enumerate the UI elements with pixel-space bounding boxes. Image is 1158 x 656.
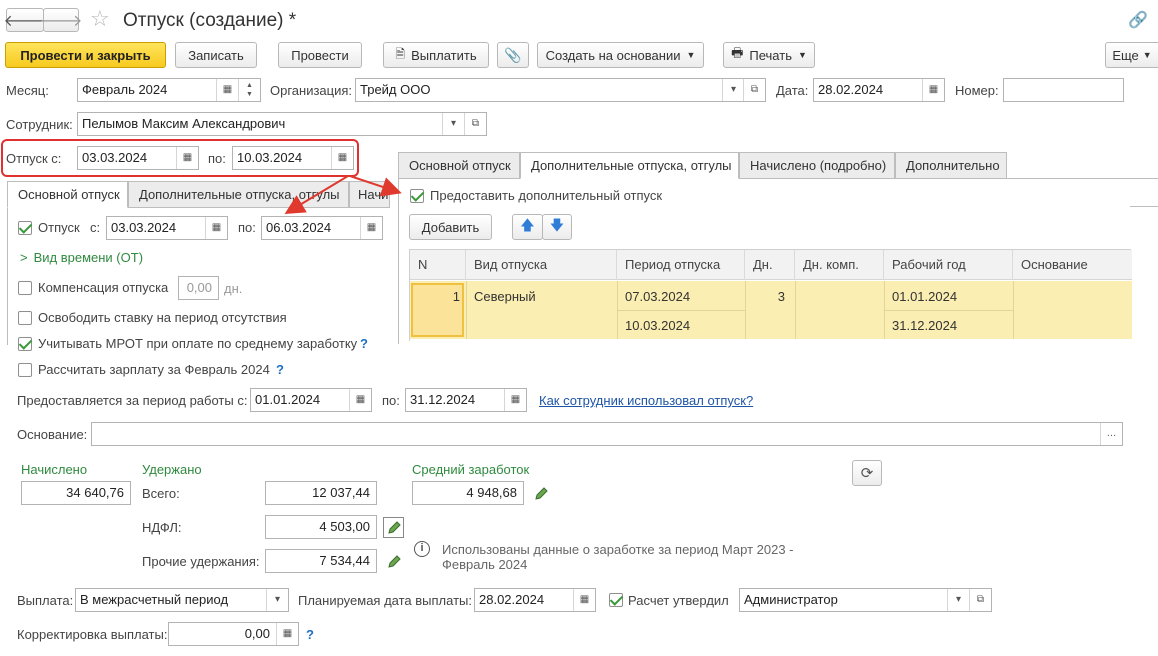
pencil-icon [388, 521, 401, 534]
work-period-to-label: по: [382, 393, 400, 408]
planned-date-field[interactable]: 28.02.2024 ▦ [474, 588, 596, 612]
average-earnings-field[interactable]: 4 948,68 [412, 481, 524, 505]
refresh-icon: ⟳ [860, 465, 874, 482]
info-icon: i [414, 541, 430, 557]
accrued-label: Начислено [21, 462, 88, 477]
refresh-button[interactable]: ⟳ [852, 460, 882, 486]
work-period-from-field[interactable]: 01.01.2024 ▦ [250, 388, 372, 412]
other-withholding-field[interactable]: 7 534,44 [265, 549, 377, 573]
calculator-icon[interactable]: ▦ [276, 623, 298, 645]
payment-label: Выплата: [17, 593, 74, 608]
tab-additional-vacations-right[interactable]: Дополнительные отпуска, отгулы [520, 152, 739, 179]
approved-by-value: Администратор [744, 592, 838, 607]
info-text-line-1: Использованы данные о заработке за перио… [442, 542, 794, 557]
other-withholding-label: Прочие удержания: [142, 554, 260, 569]
work-period-to-field[interactable]: 31.12.2024 ▦ [405, 388, 527, 412]
approved-by-field[interactable]: Администратор ▾ ⧉ [739, 588, 992, 612]
payment-correction-help-icon[interactable]: ? [306, 627, 314, 643]
withheld-total-label: Всего: [142, 486, 180, 501]
calendar-icon[interactable]: ▦ [573, 589, 595, 611]
dropdown-icon[interactable]: ▾ [266, 589, 288, 611]
planned-date-value: 28.02.2024 [479, 592, 545, 607]
calendar-icon[interactable]: ▦ [349, 389, 371, 411]
planned-date-label: Планируемая дата выплаты: [298, 593, 472, 608]
calendar-icon[interactable]: ▦ [504, 389, 526, 411]
payment-correction-field[interactable]: 0,00 ▦ [168, 622, 299, 646]
withheld-total-field[interactable]: 12 037,44 [265, 481, 377, 505]
open-icon[interactable]: ⧉ [969, 589, 991, 611]
arrow-to-additional-tab [349, 175, 402, 197]
payment-value: В межрасчетный период [80, 592, 229, 607]
payment-correction-value: 0,00 [244, 626, 270, 641]
accrued-field[interactable]: 34 640,76 [21, 481, 131, 505]
work-period-to-value: 31.12.2024 [410, 392, 476, 407]
withheld-label: Удержано [142, 462, 202, 477]
approved-label: Расчет утвердил [628, 593, 729, 608]
basis-field[interactable]: … [91, 422, 1123, 446]
ellipsis-icon[interactable]: … [1100, 423, 1122, 445]
average-earnings-label: Средний заработок [412, 462, 530, 477]
info-text-line-2: Февраль 2024 [442, 557, 528, 572]
ndfl-edit-button[interactable] [383, 517, 404, 538]
payment-correction-label: Корректировка выплаты: [17, 627, 168, 642]
pencil-icon[interactable] [533, 486, 549, 502]
work-period-label: Предоставляется за период работы с: [17, 393, 248, 408]
dropdown-icon[interactable]: ▾ [947, 589, 969, 611]
payment-field[interactable]: В межрасчетный период ▾ [75, 588, 289, 612]
arrow-to-main-to-date [284, 175, 349, 215]
tab-main-vacation-left[interactable]: Основной отпуск [7, 181, 128, 208]
ndfl-field[interactable]: 4 503,00 [265, 515, 377, 539]
vacation-usage-link[interactable]: Как сотрудник использовал отпуск? [539, 393, 753, 409]
work-period-from-value: 01.01.2024 [255, 392, 321, 407]
basis-label: Основание: [17, 427, 88, 442]
ndfl-label: НДФЛ: [142, 520, 182, 535]
approved-checkbox[interactable] [609, 593, 623, 607]
pencil-icon[interactable] [386, 554, 402, 570]
